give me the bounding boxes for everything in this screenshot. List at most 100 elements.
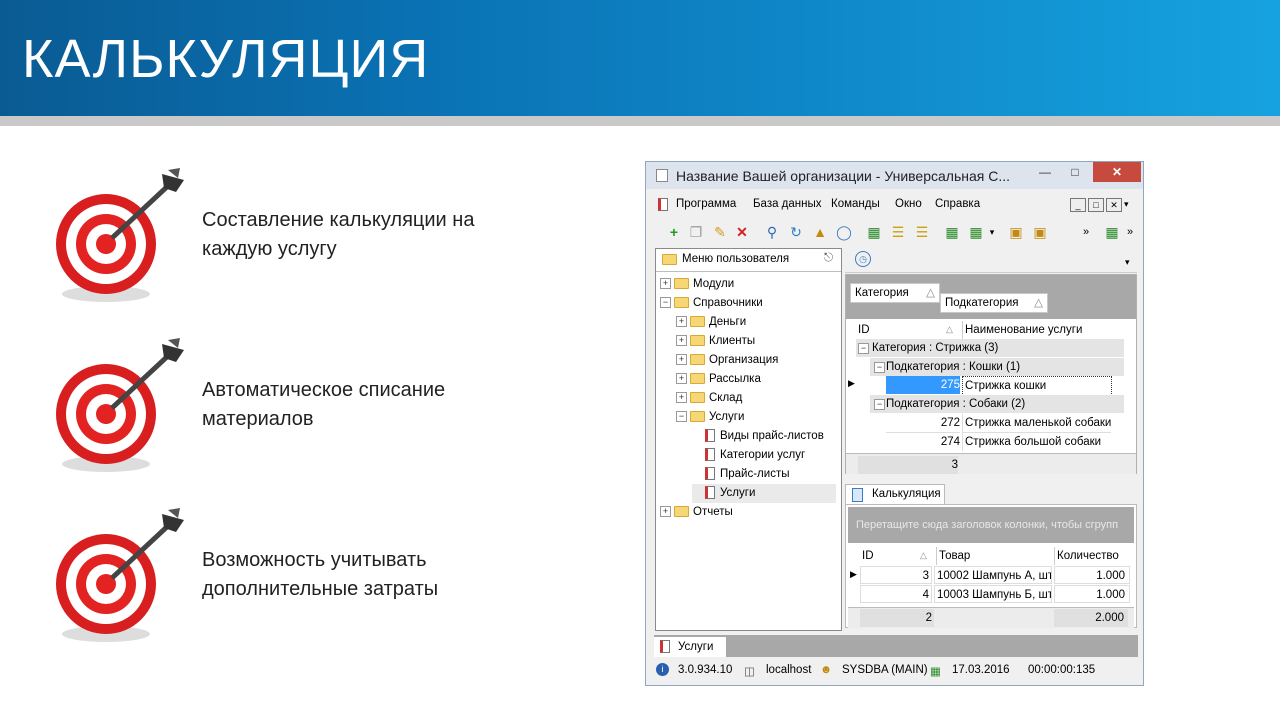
expand-icon[interactable]: + <box>676 316 687 328</box>
tree-item[interactable]: Прайс-листы <box>692 465 789 484</box>
menu-database[interactable]: База данных <box>753 198 822 210</box>
tree-item[interactable]: + Модули <box>660 275 734 294</box>
chevron-down-icon[interactable]: ▾ <box>1124 199 1129 210</box>
list-icon[interactable]: ☰ <box>890 224 906 240</box>
group-hint[interactable]: Перетащите сюда заголовок колонки, чтобы… <box>848 507 1134 543</box>
clock-icon[interactable]: ◷ <box>855 251 871 267</box>
target-dart-icon <box>56 338 184 472</box>
column-header-name[interactable]: Наименование услуги <box>962 321 1115 339</box>
collapse-icon[interactable]: − <box>676 411 687 423</box>
window-tab-services[interactable]: Услуги <box>654 637 726 657</box>
tree-item-label: Отчеты <box>693 506 733 518</box>
tree-item[interactable]: + Склад <box>676 389 742 408</box>
expand-icon[interactable]: + <box>676 373 687 385</box>
tree-item-label: Услуги <box>709 411 745 423</box>
bullet-line: Составление калькуляции на <box>202 209 475 231</box>
group-chip-subcategory[interactable]: Подкатегория △ <box>940 293 1048 313</box>
status-time: 00:00:00:135 <box>1028 664 1096 676</box>
folder-open-icon <box>674 297 689 309</box>
mdi-close-icon[interactable]: ✕ <box>1106 198 1122 212</box>
cell-qty[interactable]: 1.000 <box>1054 585 1130 603</box>
info-icon: i <box>656 663 669 676</box>
collapse-icon[interactable]: − <box>874 362 885 373</box>
tree-item[interactable]: + Клиенты <box>676 332 755 351</box>
column-header-item[interactable]: Товар <box>936 547 1049 565</box>
new-window-icon[interactable]: ▣ <box>1008 224 1024 240</box>
tree-item-label: Виды прайс-листов <box>720 430 824 442</box>
calendar-icon[interactable]: ▦ <box>1104 224 1120 240</box>
expand-icon[interactable]: + <box>660 278 671 290</box>
chevron-down-icon[interactable]: ▾ <box>984 224 1000 240</box>
cell-id[interactable]: 4 <box>860 585 932 603</box>
cell-service-name[interactable]: Стрижка большой собаки <box>962 433 1111 451</box>
folder-icon <box>674 506 689 518</box>
menu-program[interactable]: Программа <box>676 198 736 210</box>
tab-calculation[interactable]: Калькуляция <box>845 484 945 505</box>
app-window: Название Вашей организации - Универсальн… <box>645 161 1144 686</box>
collapse-icon[interactable]: − <box>858 343 869 354</box>
group-chip-category[interactable]: Категория △ <box>850 283 940 303</box>
cell-item[interactable]: 10003 Шампунь Б, шт <box>934 585 1052 603</box>
tree-item-label: Организация <box>709 354 779 366</box>
gift-icon[interactable]: ▦ <box>866 224 882 240</box>
comment-icon[interactable]: ◯ <box>836 224 852 240</box>
tree-item[interactable]: Категории услуг <box>692 446 805 465</box>
list-export-icon[interactable]: ☰ <box>914 224 930 240</box>
cell-id-selected[interactable]: 275 <box>886 376 960 394</box>
cell-item[interactable]: 10002 Шампунь А, шт <box>934 566 1052 584</box>
search-icon[interactable]: ⚲ <box>764 224 780 240</box>
cell-service-name[interactable]: Стрижка маленькой собаки <box>962 414 1111 433</box>
menu-help[interactable]: Справка <box>935 198 980 210</box>
cell-id[interactable]: 272 <box>886 414 960 433</box>
collapse-icon[interactable]: − <box>874 399 885 410</box>
tree-item[interactable]: Виды прайс-листов <box>692 427 824 446</box>
mdi-restore-icon[interactable]: □ <box>1088 198 1104 212</box>
window-tabs: Услуги <box>654 635 1138 657</box>
refresh-icon[interactable]: ↻ <box>788 224 804 240</box>
mdi-minimize-icon[interactable]: _ <box>1070 198 1086 212</box>
delete-icon[interactable]: ✕ <box>734 224 750 240</box>
export-icon[interactable]: ▦ <box>968 224 984 240</box>
menu-window[interactable]: Окно <box>895 198 922 210</box>
pin-icon[interactable]: ⎋ <box>824 252 833 265</box>
tree-item[interactable]: − Справочники <box>660 294 763 313</box>
tree-item[interactable]: − Услуги <box>676 408 744 427</box>
collapse-icon[interactable]: − <box>660 297 671 309</box>
maximize-button[interactable]: □ <box>1060 162 1090 182</box>
more-icon[interactable]: » <box>1078 224 1094 240</box>
minimize-button[interactable]: — <box>1030 162 1060 182</box>
cell-service-name[interactable]: Стрижка кошки <box>962 376 1112 396</box>
copy-icon[interactable]: ❐ <box>688 224 704 240</box>
cell-qty[interactable]: 1.000 <box>1054 566 1130 584</box>
tree-item[interactable]: Услуги <box>692 484 836 503</box>
tree-item[interactable]: + Организация <box>676 351 778 370</box>
cell-id[interactable]: 274 <box>886 433 960 451</box>
tree-item[interactable]: + Отчеты <box>660 503 733 522</box>
subgroup-row[interactable]: Подкатегория : Собаки (2) <box>870 395 1124 413</box>
column-header-id[interactable]: ID <box>858 321 958 339</box>
filter-icon[interactable]: ▲ <box>812 224 828 240</box>
group-row[interactable]: Категория : Стрижка (3) <box>856 339 1124 357</box>
column-header-id[interactable]: ID <box>862 547 922 565</box>
excel-icon[interactable]: ▦ <box>944 224 960 240</box>
cell-id[interactable]: 3 <box>860 566 932 584</box>
more-icon[interactable]: » <box>1122 224 1138 240</box>
expand-icon[interactable]: + <box>660 506 671 518</box>
expand-icon[interactable]: + <box>676 354 687 366</box>
close-button[interactable]: ✕ <box>1093 162 1141 182</box>
add-icon[interactable]: + <box>666 224 682 240</box>
chevron-down-icon[interactable]: ▾ <box>1125 257 1130 268</box>
menu-commands[interactable]: Команды <box>831 198 880 210</box>
grid-toolbar: ◷ ▾ <box>845 248 1137 273</box>
column-header-qty[interactable]: Количество <box>1054 547 1137 565</box>
calendar-icon: ▦ <box>930 666 941 678</box>
expand-icon[interactable]: + <box>676 335 687 347</box>
edit-pencil-icon[interactable]: ✎ <box>712 224 728 240</box>
tree-item[interactable]: + Рассылка <box>676 370 761 389</box>
bullet-text: Автоматическое списание материалов <box>202 376 445 434</box>
tree-item[interactable]: + Деньги <box>676 313 746 332</box>
bullet-3: Возможность учитывать дополнительные зат… <box>52 506 612 646</box>
window-icon[interactable]: ▣ <box>1032 224 1048 240</box>
subgroup-row[interactable]: Подкатегория : Кошки (1) <box>870 358 1124 376</box>
expand-icon[interactable]: + <box>676 392 687 404</box>
